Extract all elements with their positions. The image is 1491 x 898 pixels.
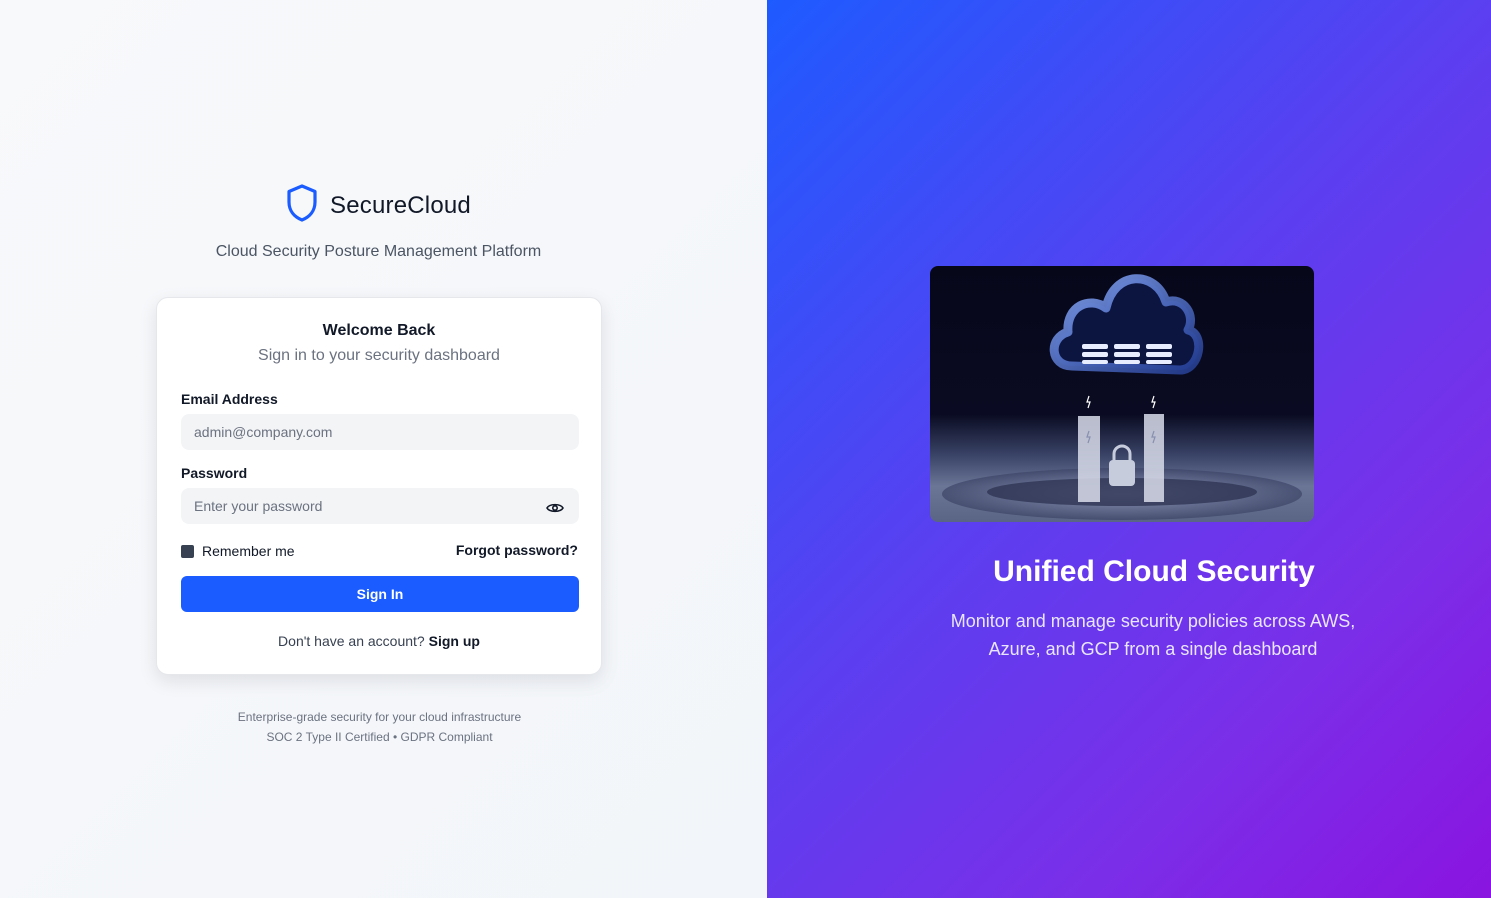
signup-row: Don't have an account? Sign up: [157, 633, 601, 649]
card-title: Welcome Back: [322, 322, 436, 339]
password-label: Password: [181, 465, 248, 481]
forgot-password-link[interactable]: Forgot password?: [456, 542, 578, 558]
remember-label: Remember me: [202, 543, 295, 559]
cloud-security-image: [930, 266, 1314, 522]
login-panel: SecureCloud Cloud Security Posture Manag…: [0, 0, 767, 898]
brand-tagline: Cloud Security Posture Management Platfo…: [215, 243, 542, 260]
brand-name: SecureCloud: [330, 191, 471, 219]
footer-line-2: SOC 2 Type II Certified • GDPR Compliant: [266, 730, 493, 744]
shield-icon: [286, 184, 318, 227]
brand: SecureCloud: [0, 184, 757, 227]
hero-panel: Unified Cloud Security Monitor and manag…: [767, 0, 1491, 898]
sign-in-button[interactable]: Sign In: [181, 576, 579, 612]
hero-description: Monitor and manage security policies acr…: [950, 611, 1356, 659]
email-field[interactable]: [181, 414, 579, 450]
remember-me[interactable]: Remember me: [181, 543, 295, 559]
login-card: Welcome Back Sign in to your security da…: [156, 297, 602, 675]
footer-line-1: Enterprise-grade security for your cloud…: [237, 710, 522, 724]
eye-icon[interactable]: [545, 498, 565, 518]
card-subtitle: Sign in to your security dashboard: [258, 347, 500, 364]
email-label: Email Address: [181, 391, 278, 407]
hero-title: Unified Cloud Security: [993, 555, 1315, 588]
remember-checkbox[interactable]: [181, 544, 194, 558]
signup-prompt: Don't have an account?: [278, 633, 425, 649]
sign-up-link[interactable]: Sign up: [429, 633, 480, 649]
password-field[interactable]: [181, 488, 579, 524]
